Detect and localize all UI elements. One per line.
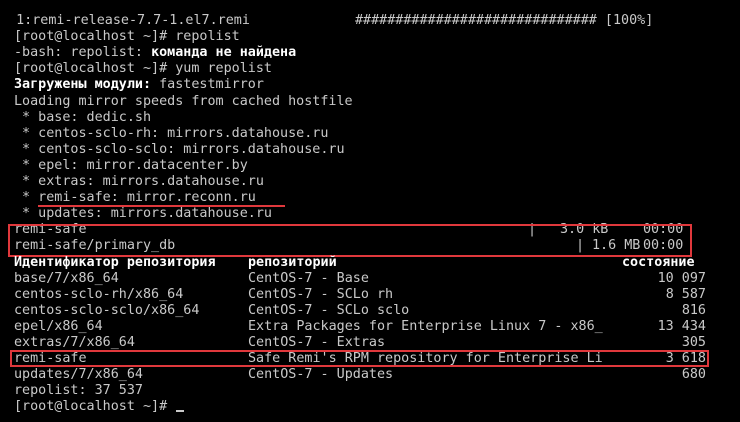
- table-row-name: CentOS-7 - SCLo rh: [248, 287, 394, 302]
- table-row-status: 10 097: [657, 271, 706, 286]
- error-prefix: -bash: repolist:: [14, 45, 152, 60]
- mirror-line: * centos-sclo-sclo: mirrors.datahouse.ru: [14, 142, 345, 157]
- repolist-summary: repolist: 37 537: [14, 383, 143, 398]
- table-row-id: extras/7/x86_64: [14, 335, 135, 350]
- remi-safe-row-highlight-box: [10, 350, 709, 367]
- table-row-id: epel/x86_64: [14, 319, 103, 334]
- table-row-name: CentOS-7 - Extras: [248, 335, 386, 350]
- table-row-id: centos-sclo-sclo/x86_64: [14, 303, 200, 318]
- loading-mirrors-line: Loading mirror speeds from cached hostfi…: [14, 94, 353, 109]
- table-row-status: 13 434: [657, 319, 706, 334]
- downloads-highlight-box: [8, 224, 692, 257]
- mirror-line: * epel: mirror.datacenter.by: [14, 158, 248, 173]
- plugins-line: Загружены модули: fastestmirror: [14, 77, 264, 93]
- mirror-line: * updates: mirrors.datahouse.ru: [14, 206, 272, 221]
- table-row-status: 816: [681, 303, 706, 318]
- install-progress-bar: ############################## [100%]: [355, 13, 654, 28]
- terminal-window[interactable]: 1:remi-release-7.7-1.el7.remi ##########…: [0, 0, 740, 422]
- table-row-id: updates/7/x86_64: [14, 367, 143, 382]
- text-cursor[interactable]: [176, 410, 185, 412]
- command-repolist: [root@localhost ~]# repolist: [14, 29, 240, 44]
- mirror-line: * base: dedic.sh: [14, 110, 152, 125]
- table-row-id: centos-sclo-rh/x86_64: [14, 287, 184, 302]
- table-header-id: Идентификатор репозитория: [14, 255, 216, 270]
- table-row-status: 305: [681, 335, 706, 350]
- table-row-id: base/7/x86_64: [14, 271, 119, 286]
- table-row-status: 680: [681, 367, 706, 382]
- error-line: -bash: repolist: команда не найдена: [14, 45, 296, 61]
- table-row-name: CentOS-7 - Updates: [248, 367, 394, 382]
- plugins-label: Загружены модули:: [14, 77, 160, 92]
- command-yum-repolist: [root@localhost ~]# yum repolist: [14, 61, 272, 76]
- install-package-name: 1:remi-release-7.7-1.el7.remi: [0, 13, 250, 28]
- table-row-name: CentOS-7 - SCLo sclo: [248, 303, 410, 318]
- table-row-status: 8 587: [665, 287, 706, 302]
- table-row-name: Extra Packages for Enterprise Linux 7 - …: [248, 319, 603, 334]
- plugins-value: fastestmirror: [159, 77, 264, 92]
- shell-prompt: [root@localhost ~]#: [14, 399, 176, 414]
- mirror-line: * extras: mirrors.datahouse.ru: [14, 174, 264, 189]
- prompt-line[interactable]: [root@localhost ~]#: [14, 399, 185, 415]
- error-message: команда не найдена: [151, 45, 297, 60]
- mirror-line-remi-safe: * remi-safe: mirror.reconn.ru: [14, 190, 256, 205]
- table-header-name: репозиторий: [248, 255, 337, 270]
- table-row-name: CentOS-7 - Base: [248, 271, 369, 286]
- table-header-status: состояние: [622, 255, 695, 270]
- mirror-line: * centos-sclo-rh: mirrors.datahouse.ru: [14, 126, 329, 141]
